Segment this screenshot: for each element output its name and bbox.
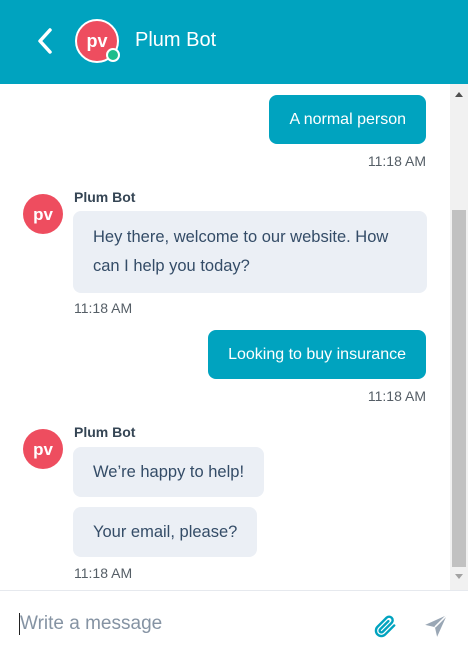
chevron-left-icon <box>38 28 52 54</box>
message-list: A normal person 11:18 AM pv Plum Bot Hey… <box>0 84 450 590</box>
online-status-dot <box>106 48 120 62</box>
plum-logo-icon: pv <box>33 205 53 224</box>
send-icon <box>425 614 448 637</box>
sender-name: Plum Bot <box>74 189 136 205</box>
send-button[interactable] <box>423 613 449 639</box>
message-input[interactable] <box>20 607 350 641</box>
attach-button[interactable] <box>372 613 398 639</box>
bot-message: We’re happy to help! <box>73 447 265 497</box>
bot-message: Hey there, welcome to our website. How c… <box>73 211 427 293</box>
bot-message: Your email, please? <box>73 507 258 557</box>
svg-text:pv: pv <box>33 440 53 459</box>
message-composer <box>0 590 468 651</box>
user-message: A normal person <box>269 95 426 144</box>
scrollbar-thumb[interactable] <box>452 210 466 567</box>
user-message: Looking to buy insurance <box>208 330 426 379</box>
scroll-down-arrow-icon[interactable] <box>455 574 463 579</box>
bot-avatar: pv <box>23 194 63 234</box>
back-button[interactable] <box>34 26 58 56</box>
bot-name: Plum Bot <box>135 29 217 51</box>
message-timestamp: 11:18 AM <box>74 565 133 581</box>
svg-text:pv: pv <box>33 205 53 224</box>
scroll-up-arrow-icon[interactable] <box>455 92 463 97</box>
paperclip-icon <box>374 615 396 638</box>
message-timestamp: 11:18 AM <box>74 300 133 316</box>
svg-text:pv: pv <box>86 31 107 51</box>
message-timestamp: 11:18 AM <box>367 388 426 404</box>
chat-header: pv Plum Bot <box>0 0 468 84</box>
plum-logo-icon: pv <box>33 440 53 459</box>
message-timestamp: 11:18 AM <box>367 153 426 169</box>
bot-avatar: pv <box>23 429 63 469</box>
sender-name: Plum Bot <box>74 424 136 440</box>
chat-scrollbar[interactable] <box>450 84 468 590</box>
